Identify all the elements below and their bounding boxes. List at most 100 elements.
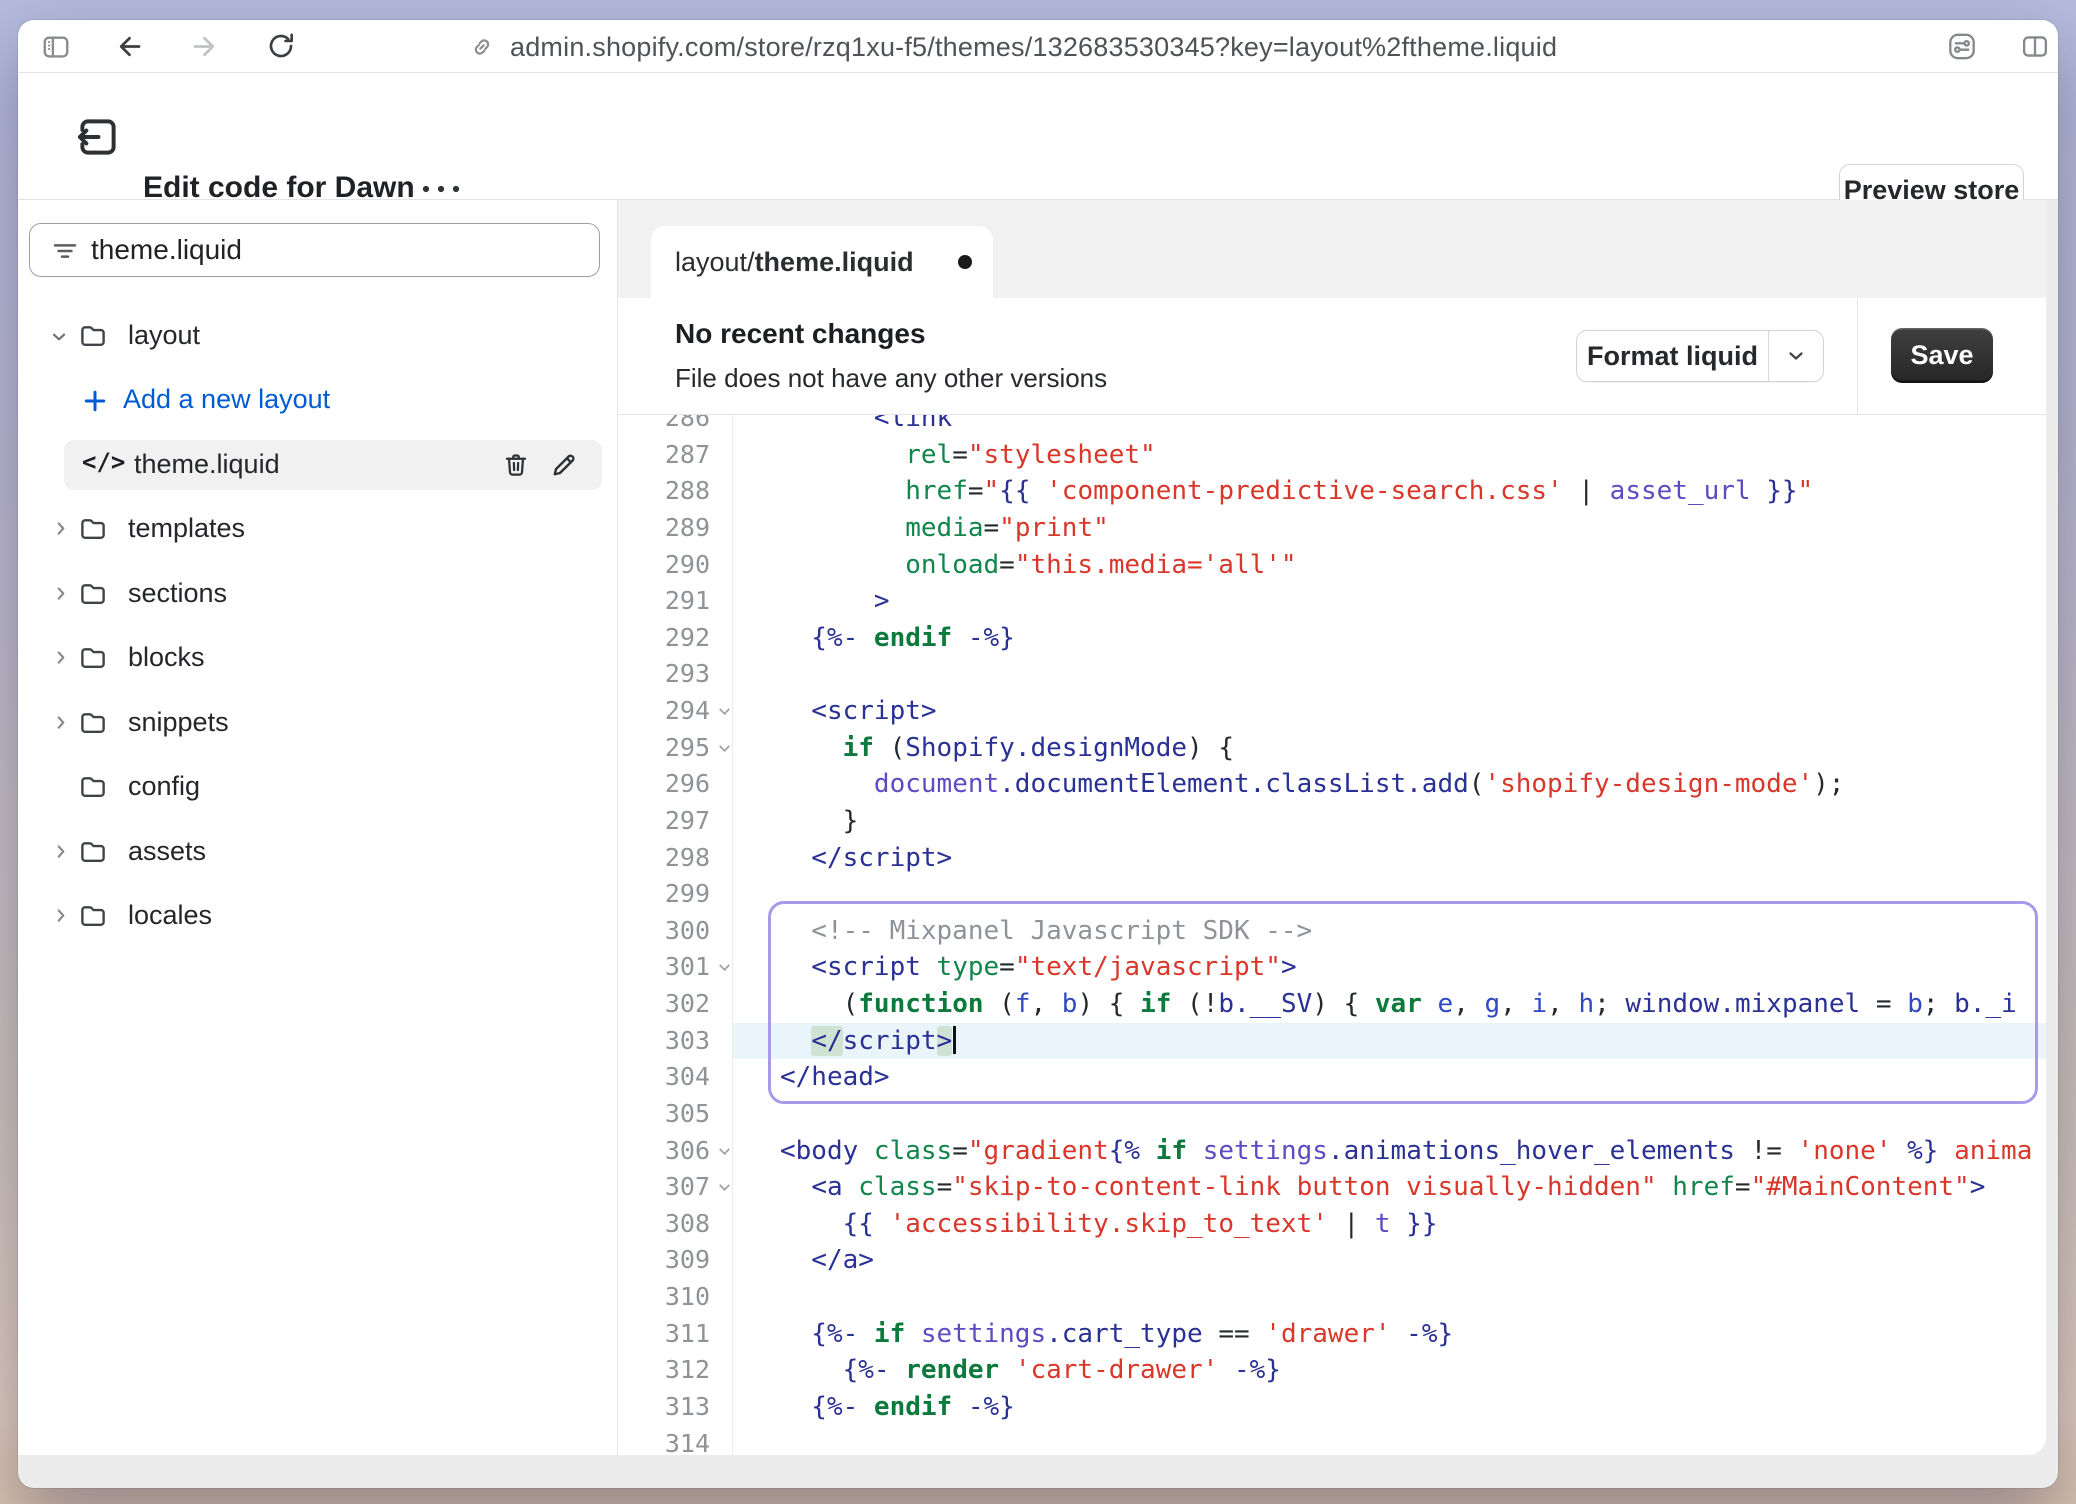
- browser-toolbar: admin.shopify.com/store/rzq1xu-f5/themes…: [18, 20, 2058, 73]
- add-new-layout-button[interactable]: Add a new layout: [18, 375, 618, 425]
- code-line[interactable]: 289 media="print": [618, 510, 2046, 547]
- exit-editor-icon[interactable]: [73, 112, 123, 162]
- line-number: 291: [618, 583, 732, 620]
- status-title: No recent changes: [675, 318, 926, 350]
- code-line[interactable]: 288 href="{{ 'component-predictive-searc…: [618, 473, 2046, 510]
- chevron-right-icon[interactable]: [50, 841, 72, 863]
- code-line[interactable]: 304</head>: [618, 1059, 2046, 1096]
- line-number: 310: [618, 1279, 732, 1316]
- delete-file-icon[interactable]: [501, 450, 531, 480]
- forward-icon[interactable]: [188, 31, 220, 62]
- line-number: 298: [618, 840, 732, 877]
- format-liquid-label: Format liquid: [1577, 341, 1768, 372]
- code-line[interactable]: 293: [618, 656, 2046, 693]
- file-search-box[interactable]: [29, 223, 600, 277]
- code-line[interactable]: 309 </a>: [618, 1242, 2046, 1279]
- sidebar-item-templates[interactable]: templates: [18, 504, 618, 554]
- sidebar-item-label: config: [128, 771, 200, 802]
- code-line[interactable]: 308 {{ 'accessibility.skip_to_text' | t …: [618, 1206, 2046, 1243]
- sidebar-item-assets[interactable]: assets: [18, 827, 618, 877]
- chevron-right-icon[interactable]: [50, 647, 72, 669]
- reader-options-icon[interactable]: [1944, 30, 1980, 63]
- sidebar-item-label: theme.liquid: [134, 449, 280, 480]
- code-line[interactable]: 312 {%- render 'cart-drawer' -%}: [618, 1352, 2046, 1389]
- tab-theme-liquid[interactable]: layout/theme.liquid: [651, 226, 993, 298]
- code-line[interactable]: 287 rel="stylesheet": [618, 437, 2046, 474]
- sidebar-item-locales[interactable]: locales: [18, 891, 618, 941]
- search-input[interactable]: [91, 224, 591, 276]
- folder-icon: [76, 901, 110, 931]
- sidebar-toggle-icon[interactable]: [40, 32, 72, 62]
- sidebar-item-blocks[interactable]: blocks: [18, 633, 618, 683]
- fold-chevron-icon[interactable]: [719, 1180, 730, 1191]
- chevron-down-icon[interactable]: [1769, 344, 1823, 368]
- code-line[interactable]: 300 <!-- Mixpanel Javascript SDK -->: [618, 913, 2046, 950]
- chevron-right-icon[interactable]: [50, 712, 72, 734]
- line-number: 308: [618, 1206, 732, 1243]
- chevron-right-icon[interactable]: [50, 905, 72, 927]
- sidebar-item-sections[interactable]: sections: [18, 569, 618, 619]
- chevron-right-icon[interactable]: [50, 583, 72, 605]
- chevron-right-icon[interactable]: [50, 518, 72, 540]
- format-liquid-button[interactable]: Format liquid: [1576, 330, 1824, 382]
- code-line[interactable]: 291 >: [618, 583, 2046, 620]
- code-line[interactable]: 305: [618, 1096, 2046, 1133]
- fold-chevron-icon[interactable]: [719, 960, 730, 971]
- folder-icon: [76, 321, 110, 351]
- code-line[interactable]: 297 }: [618, 803, 2046, 840]
- code-file-icon: </>: [82, 448, 125, 476]
- fold-chevron-icon[interactable]: [719, 1144, 730, 1155]
- code-line[interactable]: 303 </script>: [618, 1023, 2046, 1060]
- code-line[interactable]: 313 {%- endif -%}: [618, 1389, 2046, 1426]
- fold-chevron-icon[interactable]: [719, 741, 730, 752]
- split-view-icon[interactable]: [2019, 32, 2051, 61]
- text-cursor: [953, 1026, 956, 1054]
- address-bar[interactable]: admin.shopify.com/store/rzq1xu-f5/themes…: [510, 32, 1557, 63]
- code-line[interactable]: 314: [618, 1426, 2046, 1456]
- sidebar-item-theme-liquid[interactable]: </> theme.liquid: [18, 440, 618, 490]
- line-number: 313: [618, 1389, 732, 1426]
- editor-status-bar: No recent changes File does not have any…: [618, 298, 2046, 415]
- line-number: 294: [618, 693, 732, 730]
- editor-tab-strip: layout/theme.liquid: [618, 200, 2046, 298]
- sidebar-item-label: locales: [128, 900, 212, 931]
- more-actions-icon[interactable]: [418, 177, 470, 201]
- save-button[interactable]: Save: [1891, 328, 1993, 383]
- code-line[interactable]: 290 onload="this.media='all'": [618, 547, 2046, 584]
- folder-icon: [76, 579, 110, 609]
- status-subtitle: File does not have any other versions: [675, 363, 1107, 394]
- tab-label: layout/theme.liquid: [675, 226, 914, 298]
- code-line[interactable]: 296 document.documentElement.classList.a…: [618, 766, 2046, 803]
- code-line[interactable]: 311 {%- if settings.cart_type == 'drawer…: [618, 1316, 2046, 1353]
- code-line[interactable]: 286 <link: [618, 415, 2046, 437]
- line-number: 296: [618, 766, 732, 803]
- line-number: 306: [618, 1133, 732, 1170]
- code-line[interactable]: 306<body class="gradient{% if settings.a…: [618, 1133, 2046, 1170]
- code-line[interactable]: 310: [618, 1279, 2046, 1316]
- code-line[interactable]: 298 </script>: [618, 840, 2046, 877]
- reload-icon[interactable]: [265, 30, 297, 62]
- code-line[interactable]: 294 <script>: [618, 693, 2046, 730]
- browser-window: admin.shopify.com/store/rzq1xu-f5/themes…: [18, 20, 2058, 1488]
- code-line[interactable]: 299: [618, 876, 2046, 913]
- link-icon: [468, 33, 496, 61]
- fold-chevron-icon[interactable]: [719, 704, 730, 715]
- line-number: 303: [618, 1023, 732, 1060]
- sidebar-item-config[interactable]: config: [18, 762, 618, 812]
- back-icon[interactable]: [114, 31, 146, 62]
- rename-file-icon[interactable]: [549, 450, 579, 480]
- sidebar-item-snippets[interactable]: snippets: [18, 698, 618, 748]
- line-number: 292: [618, 620, 732, 657]
- sidebar-item-layout[interactable]: layout: [18, 311, 618, 361]
- code-line[interactable]: 307 <a class="skip-to-content-link butto…: [618, 1169, 2046, 1206]
- code-line[interactable]: 292 {%- endif -%}: [618, 620, 2046, 657]
- code-line[interactable]: 301 <script type="text/javascript">: [618, 949, 2046, 986]
- chevron-down-icon[interactable]: [48, 326, 70, 348]
- line-number: 297: [618, 803, 732, 840]
- code-line[interactable]: 302 (function (f, b) { if (!b.__SV) { va…: [618, 986, 2046, 1023]
- code-editor[interactable]: 286 <link287 rel="stylesheet"288 href="{…: [618, 415, 2046, 1455]
- folder-icon: [76, 837, 110, 867]
- line-number: 289: [618, 510, 732, 547]
- code-line[interactable]: 295 if (Shopify.designMode) {: [618, 730, 2046, 767]
- line-number: 302: [618, 986, 732, 1023]
